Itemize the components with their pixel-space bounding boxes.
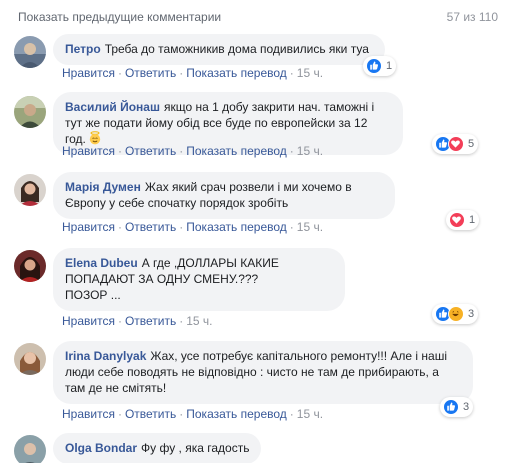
comments-header: Показать предыдущие комментарии 57 из 11… xyxy=(0,0,510,30)
reaction-summary[interactable]: 1 xyxy=(363,56,397,76)
reaction-count: 1 xyxy=(386,60,393,72)
reaction-count: 1 xyxy=(469,214,476,226)
comment-timestamp[interactable]: 15 ч. xyxy=(297,220,323,234)
show-translation-button[interactable]: Показать перевод xyxy=(186,144,287,158)
reply-button[interactable]: Ответить xyxy=(125,220,176,234)
like-reaction-icon xyxy=(366,58,382,74)
haha-reaction-icon xyxy=(448,306,464,322)
comment-author[interactable]: Василий Йонаш xyxy=(65,100,160,114)
like-button[interactable]: Нравится xyxy=(62,220,115,234)
like-button[interactable]: Нравится xyxy=(62,407,115,421)
reply-button[interactable]: Ответить xyxy=(125,314,176,328)
show-translation-button[interactable]: Показать перевод xyxy=(186,66,287,80)
like-button[interactable]: Нравится xyxy=(62,144,115,158)
comment-author[interactable]: Петро xyxy=(65,42,101,56)
avatar[interactable] xyxy=(14,36,46,68)
reply-button[interactable]: Ответить xyxy=(125,407,176,421)
reaction-summary[interactable]: 3 xyxy=(440,397,474,417)
reaction-count: 3 xyxy=(463,401,470,413)
comment-actions: Нравится · Ответить · Показать перевод · 15 ч. xyxy=(62,66,324,80)
like-button[interactable]: Нравится xyxy=(62,314,115,328)
reply-button[interactable]: Ответить xyxy=(125,66,176,80)
like-reaction-icon xyxy=(443,399,459,415)
avatar[interactable] xyxy=(14,96,46,128)
comment-author[interactable]: Марія Думен xyxy=(65,180,141,194)
love-reaction-icon xyxy=(448,136,464,152)
comment-author[interactable]: Irina Danylyak xyxy=(65,349,146,363)
reply-button[interactable]: Ответить xyxy=(125,144,176,158)
comment-actions: Нравится · Ответить · Показать перевод · 15 ч. xyxy=(62,407,324,421)
avatar[interactable] xyxy=(14,435,46,463)
smiling-face-with-halo-icon xyxy=(88,131,102,145)
show-translation-button[interactable]: Показать перевод xyxy=(186,220,287,234)
comment-bubble: Elena Dubeu А где ,ДОЛЛАРЫ КАКИЕ ПОПАДАЮТ… xyxy=(53,248,345,311)
comment-actions: Нравится · Ответить · Показать перевод · 15 ч. xyxy=(62,144,324,158)
comment-bubble: Петро Треба до таможникив дома подивились… xyxy=(53,34,385,65)
comment-timestamp[interactable]: 15 ч. xyxy=(186,314,212,328)
comment-author[interactable]: Elena Dubeu xyxy=(65,256,138,270)
comment-actions: Нравится · Ответить · Показать перевод · 15 ч. xyxy=(62,220,324,234)
love-reaction-icon xyxy=(449,212,465,228)
like-button[interactable]: Нравится xyxy=(62,66,115,80)
reaction-summary[interactable]: 5 xyxy=(432,134,479,154)
avatar[interactable] xyxy=(14,250,46,282)
comment-timestamp[interactable]: 15 ч. xyxy=(297,407,323,421)
comment-actions: Нравится · Ответить · 15 ч. xyxy=(62,314,213,328)
comment-count: 57 из 110 xyxy=(446,10,498,24)
avatar[interactable] xyxy=(14,343,46,375)
avatar[interactable] xyxy=(14,174,46,206)
show-previous-comments-link[interactable]: Показать предыдущие комментарии xyxy=(18,10,221,24)
reaction-count: 5 xyxy=(468,138,475,150)
reaction-count: 3 xyxy=(468,308,475,320)
comment-bubble: Irina Danylyak Жах, усе потребує капіталь… xyxy=(53,341,473,404)
reaction-summary[interactable]: 3 xyxy=(432,304,479,324)
comment-author[interactable]: Olga Bondar xyxy=(65,441,137,455)
comment-text: Треба до таможникив дома подивились яки … xyxy=(104,42,369,56)
comment-text: Фу фу , яка гадость xyxy=(141,441,250,455)
comment-bubble: Olga Bondar Фу фу , яка гадость xyxy=(53,433,262,463)
reaction-summary[interactable]: 1 xyxy=(446,210,480,230)
comment-bubble: Марія Думен Жах який срач розвели і ми хо… xyxy=(53,172,395,219)
show-translation-button[interactable]: Показать перевод xyxy=(186,407,287,421)
comment-timestamp[interactable]: 15 ч. xyxy=(297,144,323,158)
comment-timestamp[interactable]: 15 ч. xyxy=(297,66,323,80)
